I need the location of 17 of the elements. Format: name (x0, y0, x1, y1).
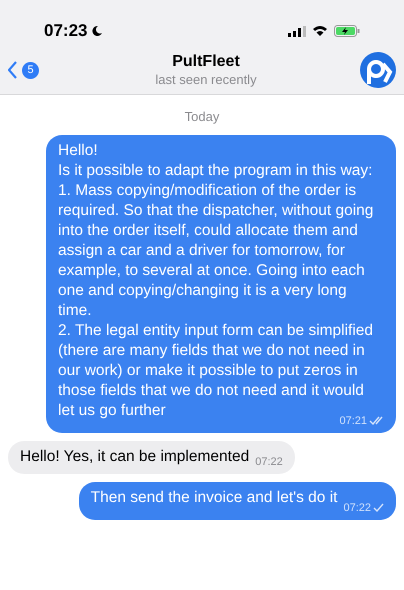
clock-time: 07:23 (44, 20, 88, 42)
battery-icon (334, 25, 360, 37)
message-time: 07:21 (339, 414, 367, 428)
chevron-left-icon (8, 61, 18, 79)
chat-status: last seen recently (155, 72, 257, 88)
message-time: 07:22 (343, 500, 371, 516)
back-button[interactable]: 5 (8, 61, 52, 79)
avatar-icon[interactable] (360, 52, 396, 88)
message-text: Hello! Yes, it can be implemented (20, 448, 250, 464)
message-time: 07:22 (255, 456, 283, 468)
unread-count-badge: 5 (22, 62, 39, 78)
moon-icon (91, 25, 104, 37)
wifi-icon (312, 25, 328, 37)
signal-icon (288, 26, 306, 36)
message-text: Then send the invoice and let's do it (90, 488, 338, 506)
date-label: Today (184, 108, 220, 126)
chat-title: PultFleet (172, 52, 240, 72)
